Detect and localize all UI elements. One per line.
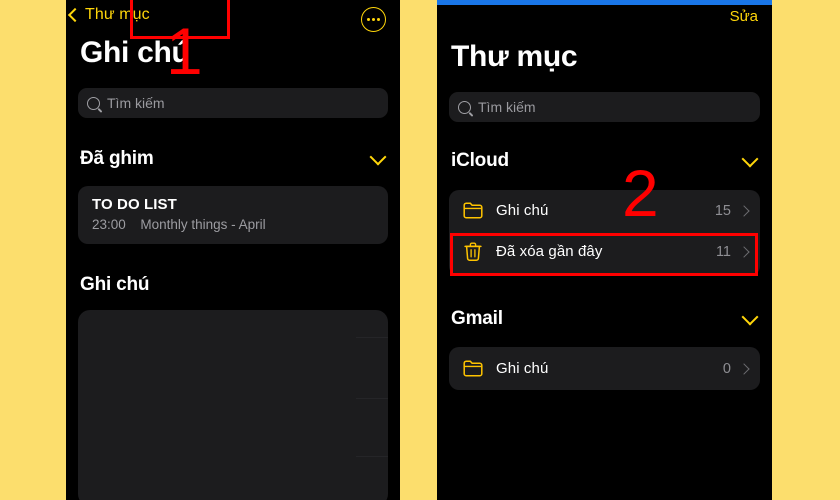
- search-input[interactable]: Tìm kiếm: [78, 88, 388, 118]
- ellipsis-dot: [377, 18, 380, 21]
- folder-row-recently-deleted[interactable]: Đã xóa gần đây 11: [449, 231, 760, 272]
- search-icon: [87, 96, 100, 110]
- folder-count: 11: [715, 243, 731, 260]
- ghost-divider: [356, 456, 388, 457]
- section-header-notes[interactable]: Ghi chú: [80, 274, 384, 296]
- chevron-down-icon[interactable]: [741, 308, 759, 325]
- folder-count: 15: [714, 202, 731, 219]
- folder-icon: [463, 360, 483, 377]
- folders-nav-bar: Sửa: [437, 0, 772, 36]
- chevron-left-icon: [67, 7, 83, 23]
- annotation-step-1: 1: [166, 14, 203, 88]
- ghost-divider: [356, 398, 388, 399]
- section-header-pinned[interactable]: Đã ghim: [80, 148, 387, 170]
- back-to-folders-button[interactable]: Thư mục: [67, 6, 150, 24]
- note-subtitle: 23:00 Monthly things - April: [92, 217, 374, 232]
- edit-button[interactable]: Sửa: [730, 8, 758, 25]
- section-label: Đã ghim: [80, 148, 154, 169]
- folder-group-gmail: Ghi chú 0: [449, 347, 760, 390]
- search-placeholder: Tìm kiếm: [107, 95, 165, 111]
- group-label: iCloud: [451, 150, 509, 171]
- screenshot-stage: Thư mục Ghi chú Tìm kiếm Đã ghim TO DO L…: [0, 0, 840, 500]
- notes-list-screen: Thư mục Ghi chú Tìm kiếm Đã ghim TO DO L…: [66, 0, 400, 500]
- group-header-gmail[interactable]: Gmail: [451, 308, 759, 330]
- note-title: TO DO LIST: [92, 196, 177, 213]
- folder-row-notes[interactable]: Ghi chú 0: [449, 347, 760, 390]
- chevron-right-icon: [738, 204, 750, 217]
- notes-nav-bar: Thư mục: [66, 0, 400, 36]
- group-label: Gmail: [451, 308, 503, 329]
- ellipsis-dot: [367, 18, 370, 21]
- trash-icon: [464, 242, 482, 261]
- folder-label: Đã xóa gần đây: [496, 243, 603, 260]
- note-time: 23:00: [92, 217, 126, 232]
- ellipsis-circle-icon[interactable]: [361, 7, 386, 32]
- chevron-down-icon[interactable]: [741, 150, 759, 167]
- chevron-right-icon: [738, 245, 750, 258]
- search-icon: [458, 100, 471, 114]
- empty-notes-card[interactable]: [78, 310, 388, 500]
- search-placeholder: Tìm kiếm: [478, 99, 536, 115]
- note-preview: Monthly things - April: [140, 217, 266, 232]
- note-list-item[interactable]: TO DO LIST 23:00 Monthly things - April: [78, 186, 388, 244]
- annotation-step-2: 2: [622, 156, 659, 230]
- page-title: Thư mục: [451, 40, 578, 73]
- folder-count: 0: [722, 360, 731, 377]
- folder-label: Ghi chú: [496, 360, 549, 377]
- folders-screen: Sửa Thư mục Tìm kiếm iCloud Ghi chú 15 Đ…: [437, 0, 772, 500]
- folder-label: Ghi chú: [496, 202, 549, 219]
- chevron-right-icon: [738, 362, 750, 375]
- folder-icon: [463, 202, 483, 219]
- group-header-icloud[interactable]: iCloud: [451, 150, 759, 172]
- back-button-label: Thư mục: [85, 6, 150, 23]
- chevron-down-icon[interactable]: [369, 148, 387, 165]
- search-input[interactable]: Tìm kiếm: [449, 92, 760, 122]
- ghost-divider: [356, 337, 388, 338]
- section-label: Ghi chú: [80, 274, 150, 295]
- ellipsis-dot: [372, 18, 375, 21]
- folder-row-notes[interactable]: Ghi chú 15: [449, 190, 760, 231]
- folder-group-icloud: Ghi chú 15 Đã xóa gần đây 11: [449, 190, 760, 276]
